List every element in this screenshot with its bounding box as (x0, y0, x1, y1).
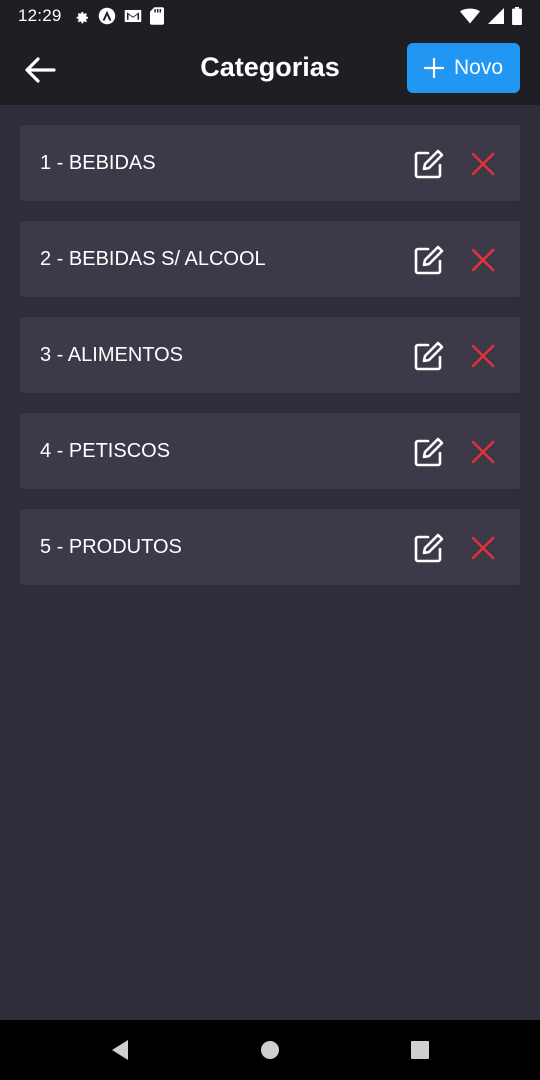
system-nav-bar (0, 1020, 540, 1080)
edit-button[interactable] (412, 339, 446, 373)
plus-icon (423, 58, 444, 78)
app-icon (98, 7, 115, 25)
status-time: 12:29 (18, 6, 62, 25)
arrow-left-icon (25, 57, 56, 83)
delete-button[interactable] (468, 533, 498, 563)
delete-button[interactable] (468, 149, 498, 179)
status-icons-left (72, 7, 164, 25)
delete-button[interactable] (468, 341, 498, 371)
signal-icon (488, 8, 504, 24)
delete-button[interactable] (468, 437, 498, 467)
new-button[interactable]: Novo (407, 43, 520, 93)
edit-icon (414, 437, 444, 467)
close-icon (471, 248, 495, 272)
nav-recents-button[interactable] (408, 1038, 432, 1062)
close-icon (471, 440, 495, 464)
list-item: 2 - BEBIDAS S/ ALCOOL (20, 221, 520, 297)
list-item: 4 - PETISCOS (20, 413, 520, 489)
sd-card-icon (149, 7, 164, 25)
edit-button[interactable] (412, 435, 446, 469)
wifi-icon (460, 8, 480, 24)
list-item: 5 - PRODUTOS (20, 509, 520, 585)
edit-icon (414, 149, 444, 179)
battery-icon (512, 7, 522, 25)
status-left: 12:29 (18, 6, 164, 26)
edit-icon (414, 341, 444, 371)
status-right (460, 7, 522, 25)
list-item: 1 - BEBIDAS (20, 125, 520, 201)
back-button[interactable] (18, 48, 62, 92)
nav-home-button[interactable] (258, 1038, 282, 1062)
edit-button[interactable] (412, 147, 446, 181)
category-list: 1 - BEBIDAS 2 - BEBIDAS S/ ALCOOL 3 - AL… (20, 125, 520, 585)
close-icon (471, 536, 495, 560)
mail-icon (124, 10, 141, 22)
status-bar: 12:29 (0, 0, 540, 32)
recents-square-icon (411, 1041, 429, 1059)
new-button-label: Novo (453, 56, 504, 79)
edit-icon (414, 245, 444, 275)
edit-icon (414, 533, 444, 563)
edit-button[interactable] (412, 531, 446, 565)
delete-button[interactable] (468, 245, 498, 275)
edit-button[interactable] (412, 243, 446, 277)
close-icon (471, 344, 495, 368)
list-item: 3 - ALIMENTOS (20, 317, 520, 393)
gear-icon (76, 11, 88, 24)
close-icon (471, 152, 495, 176)
back-triangle-icon (112, 1040, 128, 1060)
nav-back-button[interactable] (108, 1038, 132, 1062)
app-bar: Categorias Novo (0, 32, 540, 105)
home-circle-icon (261, 1041, 279, 1059)
